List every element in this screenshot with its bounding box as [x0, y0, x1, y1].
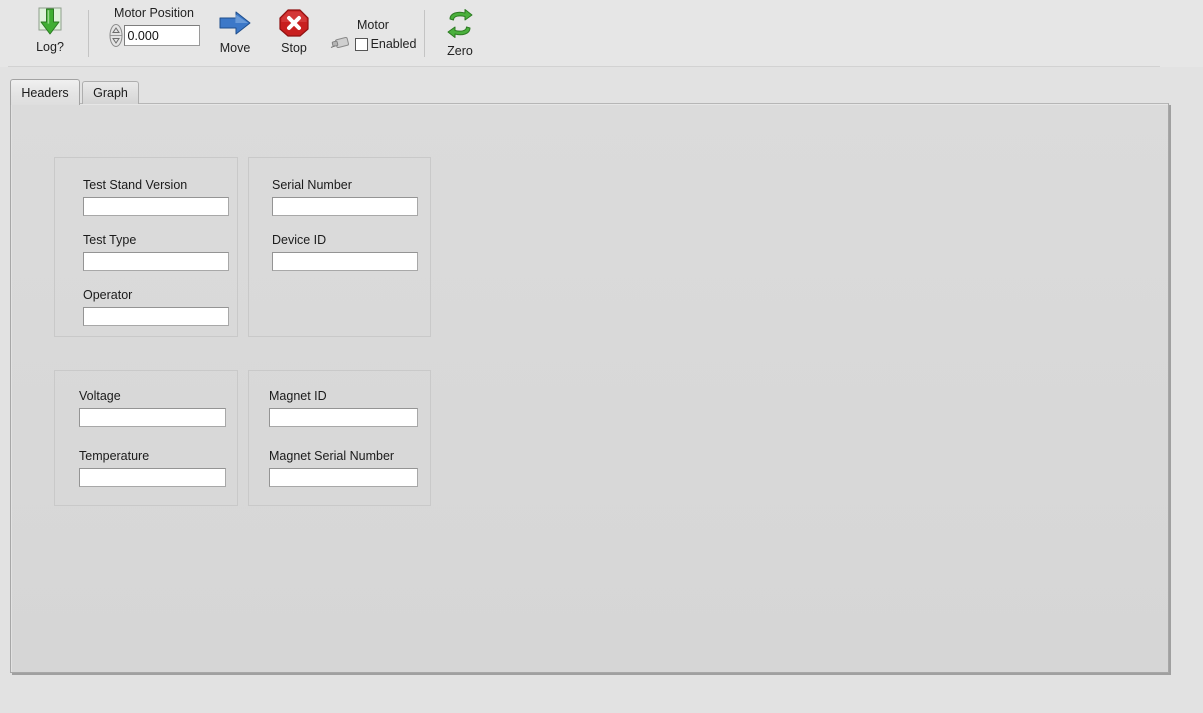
group-device-info: Serial Number Device ID	[248, 157, 431, 337]
input-test-type[interactable]	[83, 252, 229, 271]
field-magnet-id-label: Magnet ID	[269, 389, 327, 403]
tab-panel-content: Test Stand Version Test Type Operator Se…	[11, 104, 1168, 672]
input-voltage[interactable]	[79, 408, 226, 427]
input-magnet-serial-number[interactable]	[269, 468, 418, 487]
field-temperature-label: Temperature	[79, 449, 150, 463]
log-button-label: Log?	[36, 40, 64, 54]
field-operator-label: Operator	[83, 288, 133, 302]
tab-panel-headers: Test Stand Version Test Type Operator Se…	[10, 103, 1169, 673]
download-arrow-icon	[33, 6, 67, 40]
field-magnet-serial-number-label: Magnet Serial Number	[269, 449, 395, 463]
toolbar-bottom-divider	[8, 66, 1160, 67]
group-magnet: Magnet ID Magnet Serial Number	[248, 370, 431, 506]
tab-graph[interactable]: Graph	[82, 81, 139, 104]
motor-device-icon	[330, 35, 352, 53]
field-operator: Operator	[83, 288, 229, 326]
log-button[interactable]: Log?	[25, 6, 75, 54]
motor-enabled-control: Motor Enabled	[326, 18, 420, 53]
field-magnet-serial-number: Magnet Serial Number	[269, 449, 418, 487]
group-test-info: Test Stand Version Test Type Operator	[54, 157, 238, 337]
stop-button-label: Stop	[281, 41, 307, 55]
spinner-updown-icon[interactable]	[109, 24, 123, 47]
motor-enabled-label: Enabled	[370, 37, 417, 51]
field-test-stand-version: Test Stand Version	[83, 178, 229, 216]
red-octagon-x-icon	[278, 8, 310, 41]
move-button[interactable]: Move	[212, 8, 258, 55]
stop-button[interactable]: Stop	[272, 8, 316, 55]
tab-graph-label: Graph	[93, 86, 128, 100]
field-magnet-id: Magnet ID	[269, 389, 418, 427]
motor-position-control: Motor Position	[99, 6, 209, 47]
zero-button-label: Zero	[447, 44, 473, 58]
field-voltage: Voltage	[79, 389, 226, 427]
tab-headers[interactable]: Headers	[10, 79, 80, 105]
field-device-id-label: Device ID	[272, 233, 327, 247]
green-cycle-arrows-icon	[443, 7, 477, 44]
field-device-id: Device ID	[272, 233, 418, 271]
toolbar-separator-2	[424, 10, 425, 57]
motor-enabled-title: Motor	[357, 18, 389, 32]
input-temperature[interactable]	[79, 468, 226, 487]
field-voltage-label: Voltage	[79, 389, 121, 403]
input-test-stand-version[interactable]	[83, 197, 229, 216]
motor-position-label: Motor Position	[114, 6, 194, 20]
blue-right-arrow-icon	[217, 8, 253, 41]
field-test-type: Test Type	[83, 233, 229, 271]
field-test-stand-version-label: Test Stand Version	[83, 178, 188, 192]
move-button-label: Move	[219, 41, 251, 55]
group-measurement: Voltage Temperature	[54, 370, 238, 506]
field-serial-number-label: Serial Number	[272, 178, 352, 192]
input-device-id[interactable]	[272, 252, 418, 271]
input-magnet-id[interactable]	[269, 408, 418, 427]
field-test-type-label: Test Type	[83, 233, 137, 247]
toolbar-separator-1	[88, 10, 89, 57]
toolbar: Log? Motor Position Move	[0, 0, 1203, 67]
field-serial-number: Serial Number	[272, 178, 418, 216]
field-temperature: Temperature	[79, 449, 226, 487]
input-operator[interactable]	[83, 307, 229, 326]
motor-position-input[interactable]	[123, 25, 200, 46]
zero-button[interactable]: Zero	[440, 7, 480, 58]
tab-headers-label: Headers	[21, 85, 69, 100]
motor-enabled-checkbox[interactable]	[354, 37, 368, 51]
input-serial-number[interactable]	[272, 197, 418, 216]
